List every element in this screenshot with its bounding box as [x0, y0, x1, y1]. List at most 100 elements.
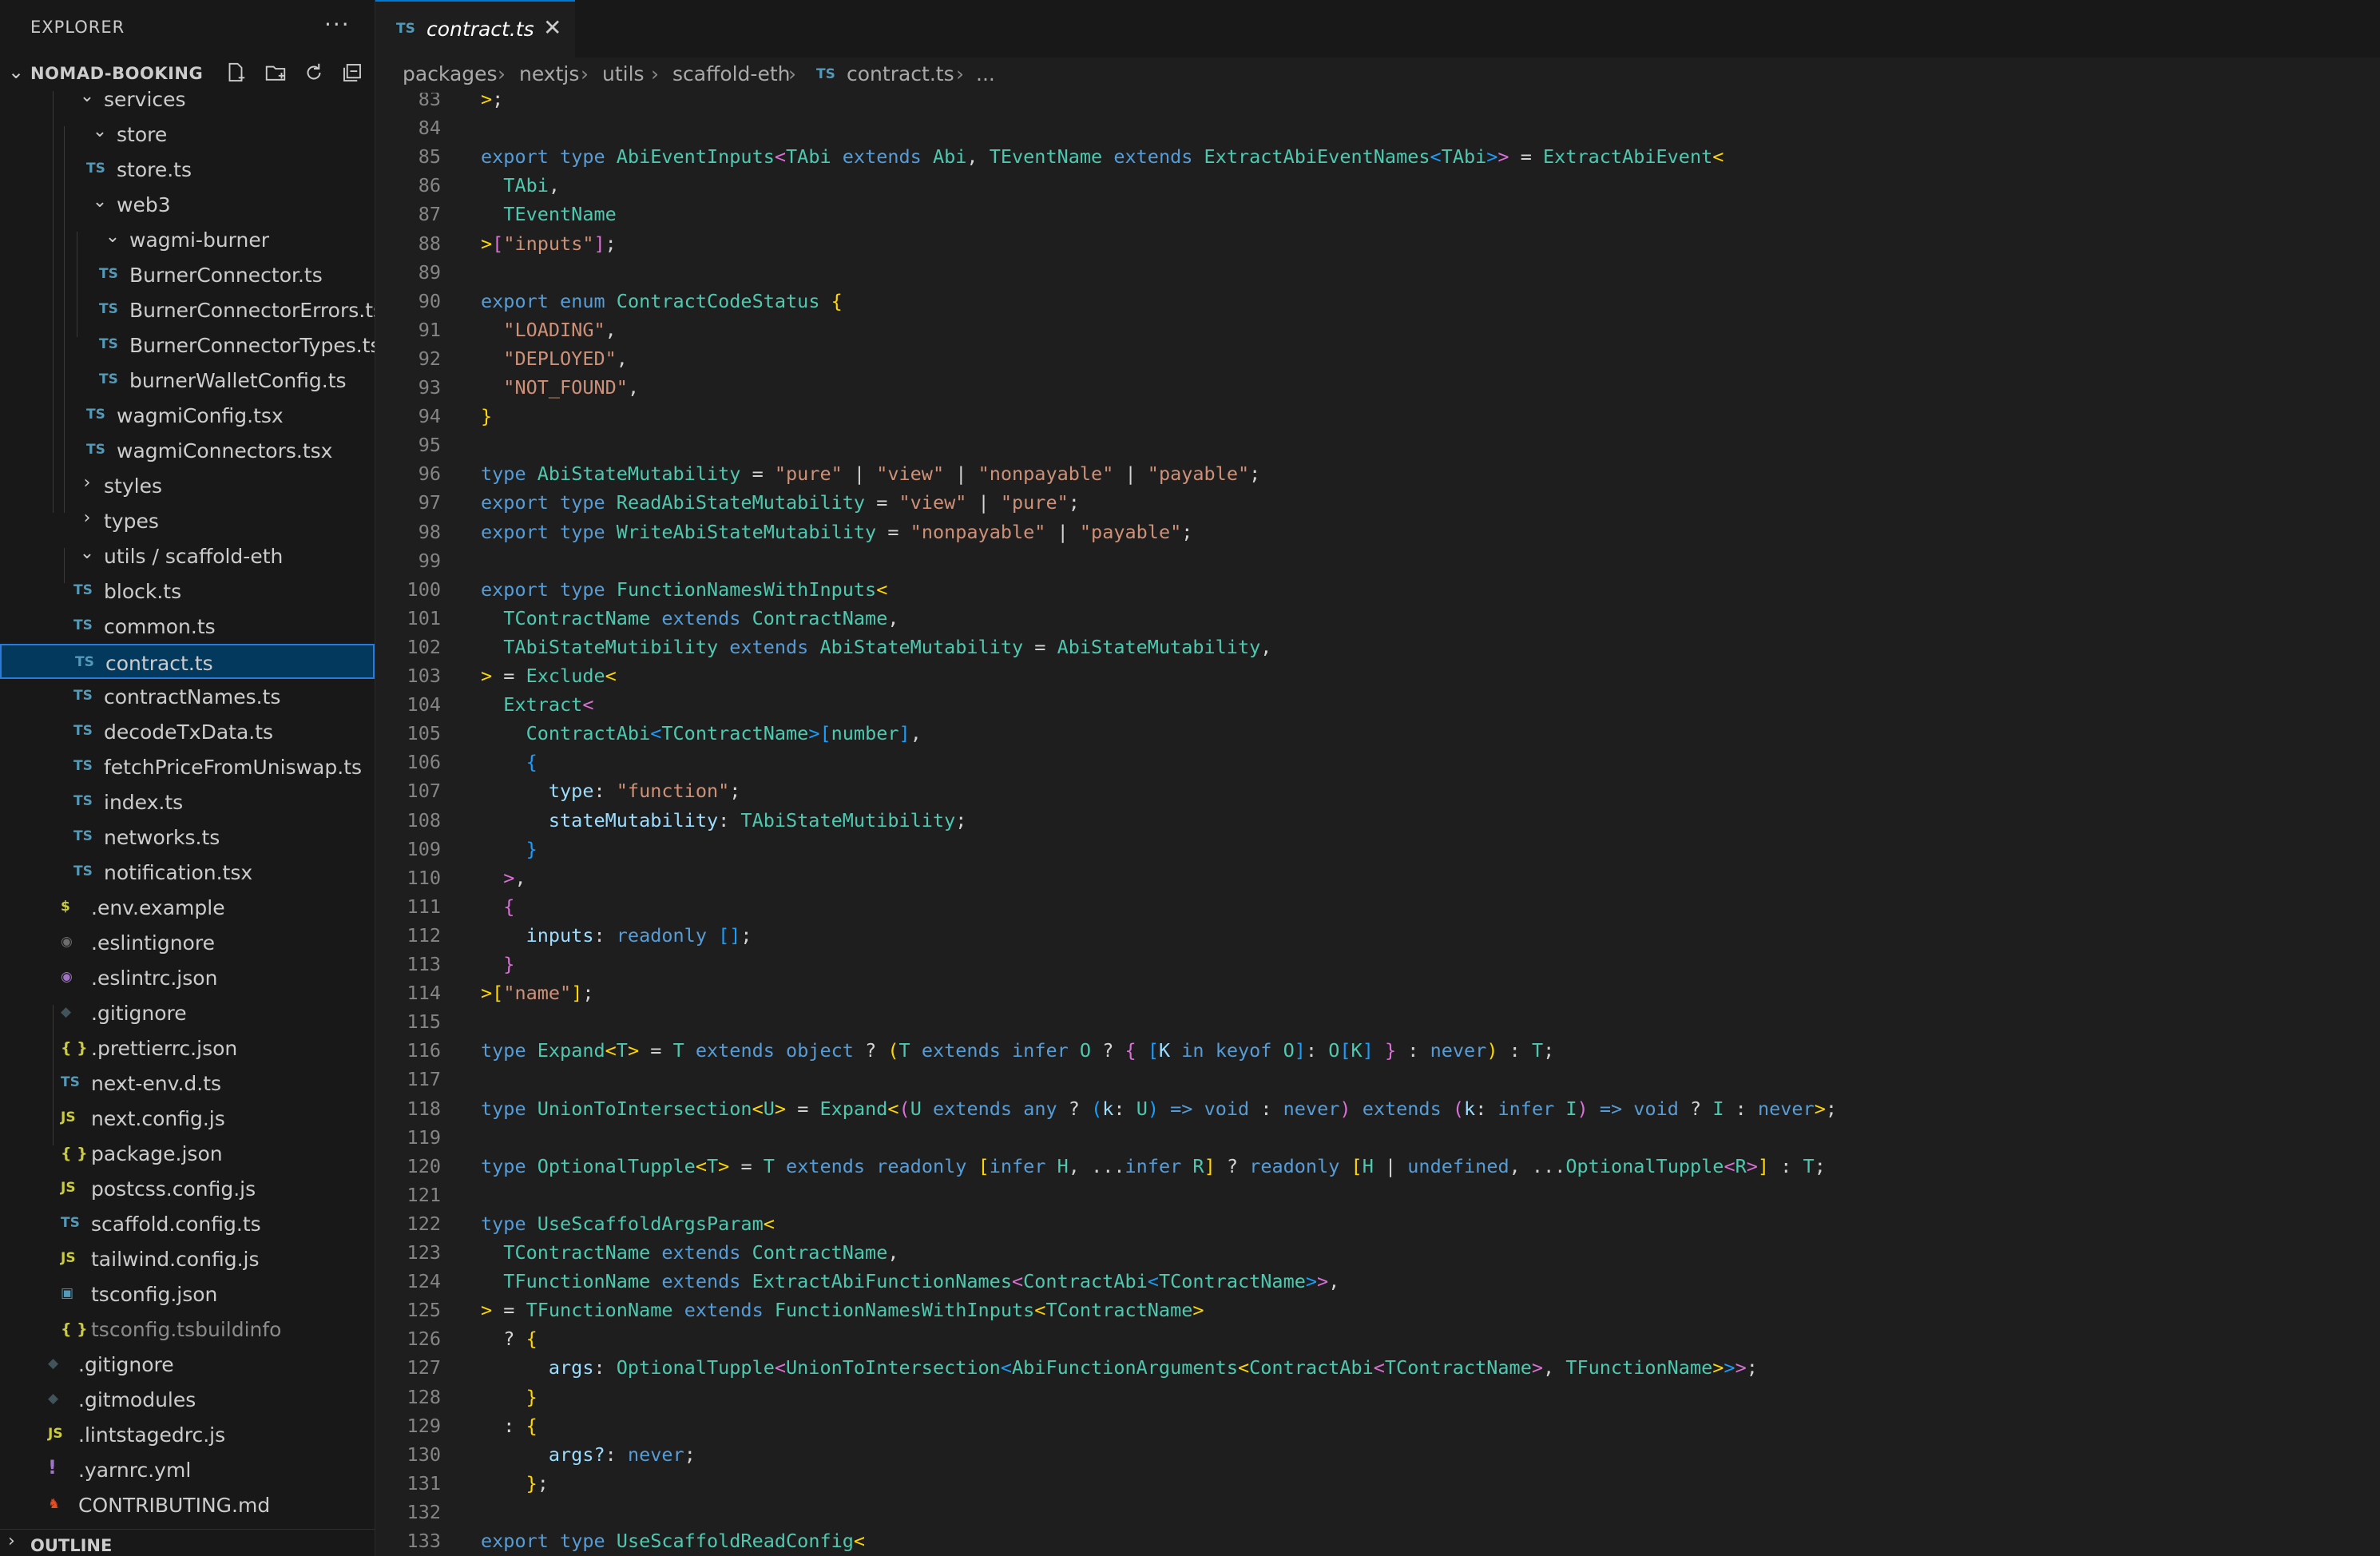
breadcrumb-item[interactable]: scaffold-eth — [672, 62, 790, 85]
file-next-config-js[interactable]: JS next.config.js — [0, 1101, 375, 1136]
code-line[interactable]: 111 { — [375, 891, 2380, 919]
breadcrumb-item[interactable]: contract.ts — [847, 62, 954, 85]
file-burnerwalletconfig-ts[interactable]: TS burnerWalletConfig.ts — [0, 363, 375, 398]
code-line[interactable]: 105 ContractAbi<TContractName>[number], — [375, 717, 2380, 746]
file-yarnrc-yml[interactable]: ! .yarnrc.yml — [0, 1452, 375, 1487]
file-burnerconnectorerrors-ts[interactable]: TS BurnerConnectorErrors.ts — [0, 292, 375, 327]
code-line[interactable]: 114 >["name"]; — [375, 977, 2380, 1006]
code-line[interactable]: 131 }; — [375, 1467, 2380, 1496]
code-line[interactable]: 90 export enum ContractCodeStatus { — [375, 285, 2380, 314]
code-line[interactable]: 95 — [375, 429, 2380, 458]
code-line[interactable]: 85 export type AbiEventInputs<TAbi extend… — [375, 141, 2380, 169]
file-tsconfig-json[interactable]: ▣ tsconfig.json — [0, 1276, 375, 1312]
code-line[interactable]: 121 — [375, 1179, 2380, 1208]
code-line[interactable]: 123 TContractName extends ContractName, — [375, 1236, 2380, 1265]
chevron-down-icon[interactable]: ⌄ — [91, 121, 109, 141]
code-line[interactable]: 128 } — [375, 1381, 2380, 1410]
code-line[interactable]: 97 export type ReadAbiStateMutability = "… — [375, 486, 2380, 515]
code-line[interactable]: 102 TAbiStateMutibility extends AbiState… — [375, 631, 2380, 660]
code-line[interactable]: 124 TFunctionName extends ExtractAbiFunc… — [375, 1265, 2380, 1294]
code-line[interactable]: 118 type UnionToIntersection<U> = Expand<… — [375, 1093, 2380, 1121]
code-line[interactable]: 129 : { — [375, 1410, 2380, 1439]
code-line[interactable]: 125 > = TFunctionName extends FunctionNam… — [375, 1294, 2380, 1323]
file-notification-tsx[interactable]: TS notification.tsx — [0, 855, 375, 890]
project-section-header[interactable]: ⌄ NOMAD-BOOKING — [0, 58, 375, 91]
code-line[interactable]: 99 — [375, 545, 2380, 574]
chevron-down-icon[interactable]: ⌄ — [78, 91, 96, 106]
file-package-json[interactable]: { } package.json — [0, 1136, 375, 1171]
code-line[interactable]: 133 export type UseScaffoldReadConfig< — [375, 1525, 2380, 1554]
chevron-down-icon[interactable]: ⌄ — [8, 61, 24, 83]
file-common-ts[interactable]: TS common.ts — [0, 609, 375, 644]
chevron-down-icon[interactable]: ⌄ — [91, 192, 109, 212]
outline-section-header[interactable]: › OUTLINE — [0, 1529, 375, 1556]
folder-services[interactable]: ⌄ services — [0, 91, 375, 117]
code-line[interactable]: 106 { — [375, 746, 2380, 775]
code-line[interactable]: 84 — [375, 112, 2380, 141]
file-wagmiconnectors-tsx[interactable]: TS wagmiConnectors.tsx — [0, 433, 375, 468]
chevron-right-icon[interactable]: › — [78, 473, 96, 493]
file-store-ts[interactable]: TS store.ts — [0, 152, 375, 187]
file-contractnames-ts[interactable]: TS contractNames.ts — [0, 679, 375, 714]
collapse-all-icon[interactable] — [340, 61, 364, 85]
chevron-down-icon[interactable]: ⌄ — [78, 543, 96, 563]
code-line[interactable]: 96 type AbiStateMutability = "pure" | "vi… — [375, 458, 2380, 486]
file-eslintrc-json[interactable]: ◉ .eslintrc.json — [0, 960, 375, 995]
file-burnerconnectortypes-ts[interactable]: TS BurnerConnectorTypes.ts — [0, 327, 375, 363]
folder-utils-scaffold-eth[interactable]: ⌄ utils / scaffold-eth — [0, 538, 375, 574]
code-line[interactable]: 126 ? { — [375, 1323, 2380, 1352]
file-gitignore[interactable]: ◆ .gitignore — [0, 995, 375, 1030]
code-line[interactable]: 100 export type FunctionNamesWithInputs< — [375, 574, 2380, 602]
folder-styles[interactable]: › styles — [0, 468, 375, 503]
code-editor[interactable]: 83 >; 84 85 export type AbiEventInputs<TAbi … — [375, 93, 2380, 1556]
file-tailwind-config-js[interactable]: JS tailwind.config.js — [0, 1241, 375, 1276]
chevron-right-icon[interactable]: › — [78, 508, 96, 528]
code-line[interactable]: 109 } — [375, 833, 2380, 862]
file-decodetxdata-ts[interactable]: TS decodeTxData.ts — [0, 714, 375, 749]
file-lintstagedrc-js[interactable]: JS .lintstagedrc.js — [0, 1417, 375, 1452]
code-line[interactable]: 92 "DEPLOYED", — [375, 343, 2380, 371]
file-scaffold-config-ts[interactable]: TS scaffold.config.ts — [0, 1206, 375, 1241]
chevron-right-icon[interactable]: › — [8, 1531, 15, 1551]
code-line[interactable]: 130 args?: never; — [375, 1439, 2380, 1467]
breadcrumb-item[interactable]: ... — [976, 62, 995, 85]
file-gitmodules[interactable]: ◆ .gitmodules — [0, 1382, 375, 1417]
code-line[interactable]: 88 >["inputs"]; — [375, 228, 2380, 256]
code-line[interactable]: 110 >, — [375, 862, 2380, 891]
file-contract-ts[interactable]: TS contract.ts — [0, 644, 375, 679]
new-folder-icon[interactable] — [264, 61, 288, 85]
code-line[interactable]: 93 "NOT_FOUND", — [375, 371, 2380, 400]
code-line[interactable]: 132 — [375, 1496, 2380, 1525]
code-line[interactable]: 86 TAbi, — [375, 169, 2380, 198]
code-line[interactable]: 117 — [375, 1063, 2380, 1092]
code-line[interactable]: 94} — [375, 400, 2380, 429]
folder-types[interactable]: › types — [0, 503, 375, 538]
file-fetchpricefromuniswap-ts[interactable]: TS fetchPriceFromUniswap.ts — [0, 749, 375, 784]
file-gitignore[interactable]: ◆ .gitignore — [0, 1347, 375, 1382]
file-postcss-config-js[interactable]: JS postcss.config.js — [0, 1171, 375, 1206]
refresh-icon[interactable] — [302, 61, 326, 85]
code-line[interactable]: 101 TContractName extends ContractName, — [375, 602, 2380, 631]
code-line[interactable]: 113 } — [375, 948, 2380, 977]
code-line[interactable]: 122 type UseScaffoldArgsParam< — [375, 1208, 2380, 1236]
folder-web3[interactable]: ⌄ web3 — [0, 187, 375, 222]
code-line[interactable]: 103 > = Exclude< — [375, 660, 2380, 689]
code-line[interactable]: 104 Extract< — [375, 689, 2380, 717]
code-line[interactable]: 116 type Expand<T> = T extends object ? (… — [375, 1034, 2380, 1063]
code-line[interactable]: 108 stateMutability: TAbiStateMutibility… — [375, 804, 2380, 833]
breadcrumb-item[interactable]: utils — [602, 62, 645, 85]
breadcrumb-item[interactable]: nextjs — [519, 62, 579, 85]
code-line[interactable]: 89 — [375, 256, 2380, 285]
chevron-down-icon[interactable]: ⌄ — [104, 227, 121, 247]
code-line[interactable]: 127 args: OptionalTupple<UnionToIntersec… — [375, 1352, 2380, 1380]
folder-wagmi-burner[interactable]: ⌄ wagmi-burner — [0, 222, 375, 257]
file-eslintignore[interactable]: ◉ .eslintignore — [0, 925, 375, 960]
tab-contract-ts[interactable]: TS contract.ts ✕ — [375, 0, 575, 58]
file-burnerconnector-ts[interactable]: TS BurnerConnector.ts — [0, 257, 375, 292]
file-networks-ts[interactable]: TS networks.ts — [0, 820, 375, 855]
new-file-icon[interactable] — [224, 61, 248, 85]
code-line[interactable]: 87 TEventName — [375, 198, 2380, 227]
code-line[interactable]: 115 — [375, 1006, 2380, 1034]
file-next-env-d-ts[interactable]: TS next-env.d.ts — [0, 1066, 375, 1101]
file-index-ts[interactable]: TS index.ts — [0, 784, 375, 820]
